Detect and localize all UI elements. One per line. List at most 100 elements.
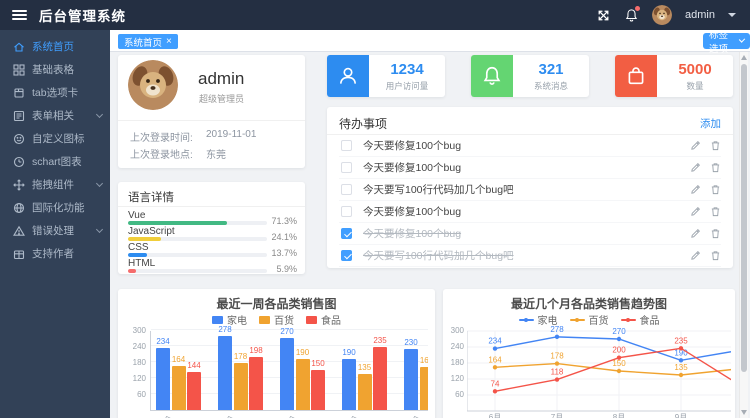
edit-icon[interactable] bbox=[690, 140, 701, 151]
delete-icon[interactable] bbox=[710, 206, 721, 217]
line-chart-title: 最近几个月各品类销售趋势图 bbox=[443, 295, 735, 312]
last-login-time-row: 上次登录时间: 2019-11-01 bbox=[130, 129, 297, 144]
sidebar-item-basic-table[interactable]: 基础表格 bbox=[0, 58, 110, 81]
scroll-up-arrow[interactable] bbox=[741, 55, 747, 60]
bar bbox=[218, 336, 232, 410]
home-icon bbox=[13, 41, 25, 53]
data-point bbox=[555, 361, 559, 365]
delete-icon[interactable] bbox=[710, 250, 721, 261]
chart-icon bbox=[13, 156, 25, 168]
data-point bbox=[679, 373, 683, 377]
todo-item[interactable]: 今天要修复100个bug bbox=[339, 201, 721, 223]
sidebar-item-tabs[interactable]: tab选项卡 bbox=[0, 81, 110, 104]
todo-checkbox[interactable] bbox=[341, 140, 352, 151]
edit-icon[interactable] bbox=[690, 250, 701, 261]
bar-value-label: 278 bbox=[210, 325, 240, 334]
line-chart-plot: 6月7月8月9月10月23427827019023016417815013516… bbox=[467, 319, 731, 418]
language-row: HTML 5.9% bbox=[128, 258, 297, 274]
point-value-label: 74 bbox=[491, 379, 500, 388]
scrollbar[interactable] bbox=[739, 52, 748, 418]
sidebar-item-error[interactable]: 错误处理 bbox=[0, 219, 110, 242]
todo-checkbox[interactable] bbox=[341, 184, 352, 195]
sidebar-item-form[interactable]: 表单相关 bbox=[0, 104, 110, 127]
last-login-place-row: 上次登录地点: 东莞 bbox=[130, 146, 297, 161]
stat-value: 1234 bbox=[390, 61, 423, 78]
bar bbox=[358, 374, 372, 410]
progress-track bbox=[128, 221, 267, 225]
data-point bbox=[617, 355, 621, 359]
todo-item[interactable]: 今天要修复100个bug bbox=[339, 223, 721, 245]
stat-label: 用户访问量 bbox=[386, 80, 429, 92]
data-point bbox=[679, 346, 683, 350]
point-value-label: 178 bbox=[550, 352, 564, 361]
username[interactable]: admin bbox=[685, 9, 715, 21]
menu-toggle-icon[interactable] bbox=[12, 8, 27, 22]
todo-checkbox[interactable] bbox=[341, 206, 352, 217]
main-content: 系统首页 × 标签选项 admin 超级管理员 上次登录时间: 2019-11-… bbox=[110, 30, 750, 418]
delete-icon[interactable] bbox=[710, 184, 721, 195]
warning-icon bbox=[13, 225, 25, 237]
sidebar-item-donate[interactable]: 支持作者 bbox=[0, 242, 110, 265]
scroll-down-arrow[interactable] bbox=[741, 410, 747, 415]
caret-down-icon[interactable] bbox=[728, 13, 736, 17]
point-value-label: 234 bbox=[488, 337, 502, 346]
sidebar-item-drag[interactable]: 拖拽组件 bbox=[0, 173, 110, 196]
tab-options-button[interactable]: 标签选项 bbox=[703, 33, 750, 49]
tab-bar: 系统首页 × 标签选项 bbox=[110, 30, 750, 52]
stat-label: 数量 bbox=[686, 80, 703, 92]
y-tick-label: 60 bbox=[455, 390, 464, 399]
point-value-label: 278 bbox=[550, 325, 564, 334]
sidebar-item-i18n[interactable]: 国际化功能 bbox=[0, 196, 110, 219]
stat-card-quantity[interactable]: 5000 数量 bbox=[615, 55, 733, 97]
bar-value-label: 234 bbox=[150, 337, 178, 346]
sidebar-item-home[interactable]: 系统首页 bbox=[0, 35, 110, 58]
edit-icon[interactable] bbox=[690, 228, 701, 239]
delete-icon[interactable] bbox=[710, 162, 721, 173]
stat-card-visits[interactable]: 1234 用户访问量 bbox=[327, 55, 445, 97]
line-chart-card: 最近几个月各品类销售趋势图 家电百货食品 60120180240300 6月7月… bbox=[443, 289, 735, 418]
todo-list: 今天要修复100个bug 今天要修复100个bug 今天要写100行代码加几个b… bbox=[339, 135, 721, 267]
fullscreen-icon[interactable] bbox=[596, 8, 611, 23]
line-series: 164178150135160 bbox=[488, 352, 731, 378]
todo-item[interactable]: 今天要修复100个bug bbox=[339, 135, 721, 157]
add-todo-link[interactable]: 添加 bbox=[700, 116, 721, 131]
edit-icon[interactable] bbox=[690, 206, 701, 217]
x-tick-label: 周三 bbox=[285, 414, 317, 418]
chevron-down-icon bbox=[96, 110, 103, 117]
profile-name: admin bbox=[198, 69, 244, 89]
data-point bbox=[555, 335, 559, 339]
bar-value-label: 190 bbox=[288, 348, 318, 357]
close-icon[interactable]: × bbox=[166, 37, 172, 46]
bar bbox=[187, 372, 201, 410]
sidebar-item-custom-icon[interactable]: 自定义图标 bbox=[0, 127, 110, 150]
todo-card: 待办事项 添加 今天要修复100个bug 今天要修复100个bug 今天要写10… bbox=[327, 107, 733, 268]
todo-checkbox[interactable] bbox=[341, 228, 352, 239]
todo-item[interactable]: 今天要修复100个bug bbox=[339, 157, 721, 179]
y-axis-labels: 60120180240300 bbox=[120, 331, 146, 411]
header-left: 后台管理系统 bbox=[0, 5, 126, 25]
data-point bbox=[555, 377, 559, 381]
bar bbox=[249, 357, 263, 410]
edit-icon[interactable] bbox=[690, 162, 701, 173]
custom-icon bbox=[13, 133, 25, 145]
bell-icon[interactable] bbox=[624, 8, 639, 23]
edit-icon[interactable] bbox=[690, 184, 701, 195]
bar-value-label: 230 bbox=[396, 338, 426, 347]
x-tick-label: 8月 bbox=[613, 413, 625, 418]
todo-item[interactable]: 今天要写100行代码加几个bug吧 bbox=[339, 245, 721, 267]
avatar[interactable] bbox=[652, 5, 672, 25]
todo-checkbox[interactable] bbox=[341, 250, 352, 261]
tab-system-home[interactable]: 系统首页 × bbox=[118, 34, 178, 49]
delete-icon[interactable] bbox=[710, 140, 721, 151]
scrollbar-thumb[interactable] bbox=[741, 64, 747, 372]
divider bbox=[118, 206, 305, 207]
stat-card-messages[interactable]: 321 系统消息 bbox=[471, 55, 589, 97]
data-point bbox=[493, 389, 497, 393]
progress-fill bbox=[128, 221, 227, 225]
progress-track bbox=[128, 253, 267, 257]
sidebar-item-schart[interactable]: schart图表 bbox=[0, 150, 110, 173]
delete-icon[interactable] bbox=[710, 228, 721, 239]
bar-chart-title: 最近一周各品类销售图 bbox=[118, 295, 435, 312]
todo-item[interactable]: 今天要写100行代码加几个bug吧 bbox=[339, 179, 721, 201]
todo-checkbox[interactable] bbox=[341, 162, 352, 173]
